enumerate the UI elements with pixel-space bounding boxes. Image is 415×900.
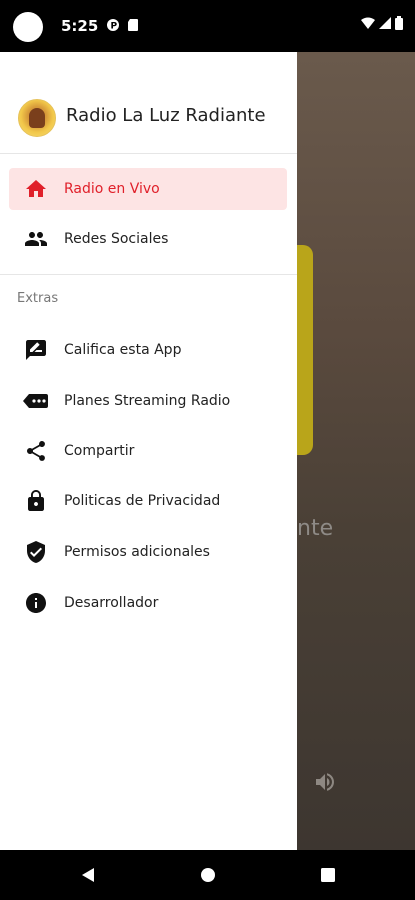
app-name: Radio La Luz Radiante bbox=[66, 105, 266, 126]
rate-review-icon bbox=[23, 337, 49, 363]
menu-item-label: Califica esta App bbox=[64, 342, 182, 358]
menu-item-label: Planes Streaming Radio bbox=[64, 393, 231, 409]
section-title-extras: Extras bbox=[17, 291, 59, 306]
label-tag-icon bbox=[23, 388, 49, 414]
p-badge-icon: P bbox=[107, 19, 119, 31]
menu-item-politicas-de-privacidad[interactable]: Politicas de Privacidad bbox=[9, 480, 287, 522]
sd-card-icon bbox=[128, 19, 138, 31]
lock-icon bbox=[23, 488, 49, 514]
background-title-fragment: nte bbox=[297, 516, 334, 541]
menu-item-label: Desarrollador bbox=[64, 595, 159, 611]
menu-item-label: Politicas de Privacidad bbox=[64, 493, 221, 509]
app-logo bbox=[18, 99, 56, 137]
menu-item-planes-streaming-radio[interactable]: Planes Streaming Radio bbox=[9, 380, 287, 422]
home-icon bbox=[23, 176, 49, 202]
menu-item-label: Compartir bbox=[64, 443, 135, 459]
svg-text:P: P bbox=[111, 22, 118, 32]
navigation-drawer: Radio La Luz Radiante Radio en Vivo Rede… bbox=[0, 52, 297, 850]
battery-icon bbox=[395, 16, 403, 30]
menu-item-label: Permisos adicionales bbox=[64, 544, 210, 560]
signal-icon bbox=[379, 17, 391, 29]
verified-shield-icon bbox=[23, 539, 49, 565]
back-icon[interactable] bbox=[79, 866, 97, 884]
system-nav-bar bbox=[0, 850, 415, 900]
menu-item-label: Redes Sociales bbox=[64, 231, 169, 247]
info-icon bbox=[23, 590, 49, 616]
background-player-card bbox=[297, 245, 313, 455]
menu-item-desarrollador[interactable]: Desarrollador bbox=[9, 582, 287, 624]
menu-item-califica-esta-app[interactable]: Califica esta App bbox=[9, 329, 287, 371]
home-nav-icon[interactable] bbox=[199, 866, 217, 884]
menu-item-compartir[interactable]: Compartir bbox=[9, 430, 287, 472]
menu-item-radio-en-vivo[interactable]: Radio en Vivo bbox=[9, 168, 287, 210]
status-time: 5:25 bbox=[61, 17, 99, 35]
menu-item-redes-sociales[interactable]: Redes Sociales bbox=[9, 218, 287, 260]
drawer-divider bbox=[0, 274, 297, 275]
status-bar: 5:25 P bbox=[0, 0, 415, 52]
drawer-header: Radio La Luz Radiante bbox=[0, 52, 297, 154]
wifi-icon bbox=[361, 17, 375, 29]
camera-cutout-icon bbox=[13, 12, 43, 42]
volume-icon bbox=[316, 773, 334, 791]
people-icon bbox=[23, 226, 49, 252]
menu-item-permisos-adicionales[interactable]: Permisos adicionales bbox=[9, 531, 287, 573]
status-right-icons bbox=[361, 16, 403, 30]
share-icon bbox=[23, 438, 49, 464]
menu-item-label: Radio en Vivo bbox=[64, 181, 160, 197]
recents-icon[interactable] bbox=[319, 866, 337, 884]
